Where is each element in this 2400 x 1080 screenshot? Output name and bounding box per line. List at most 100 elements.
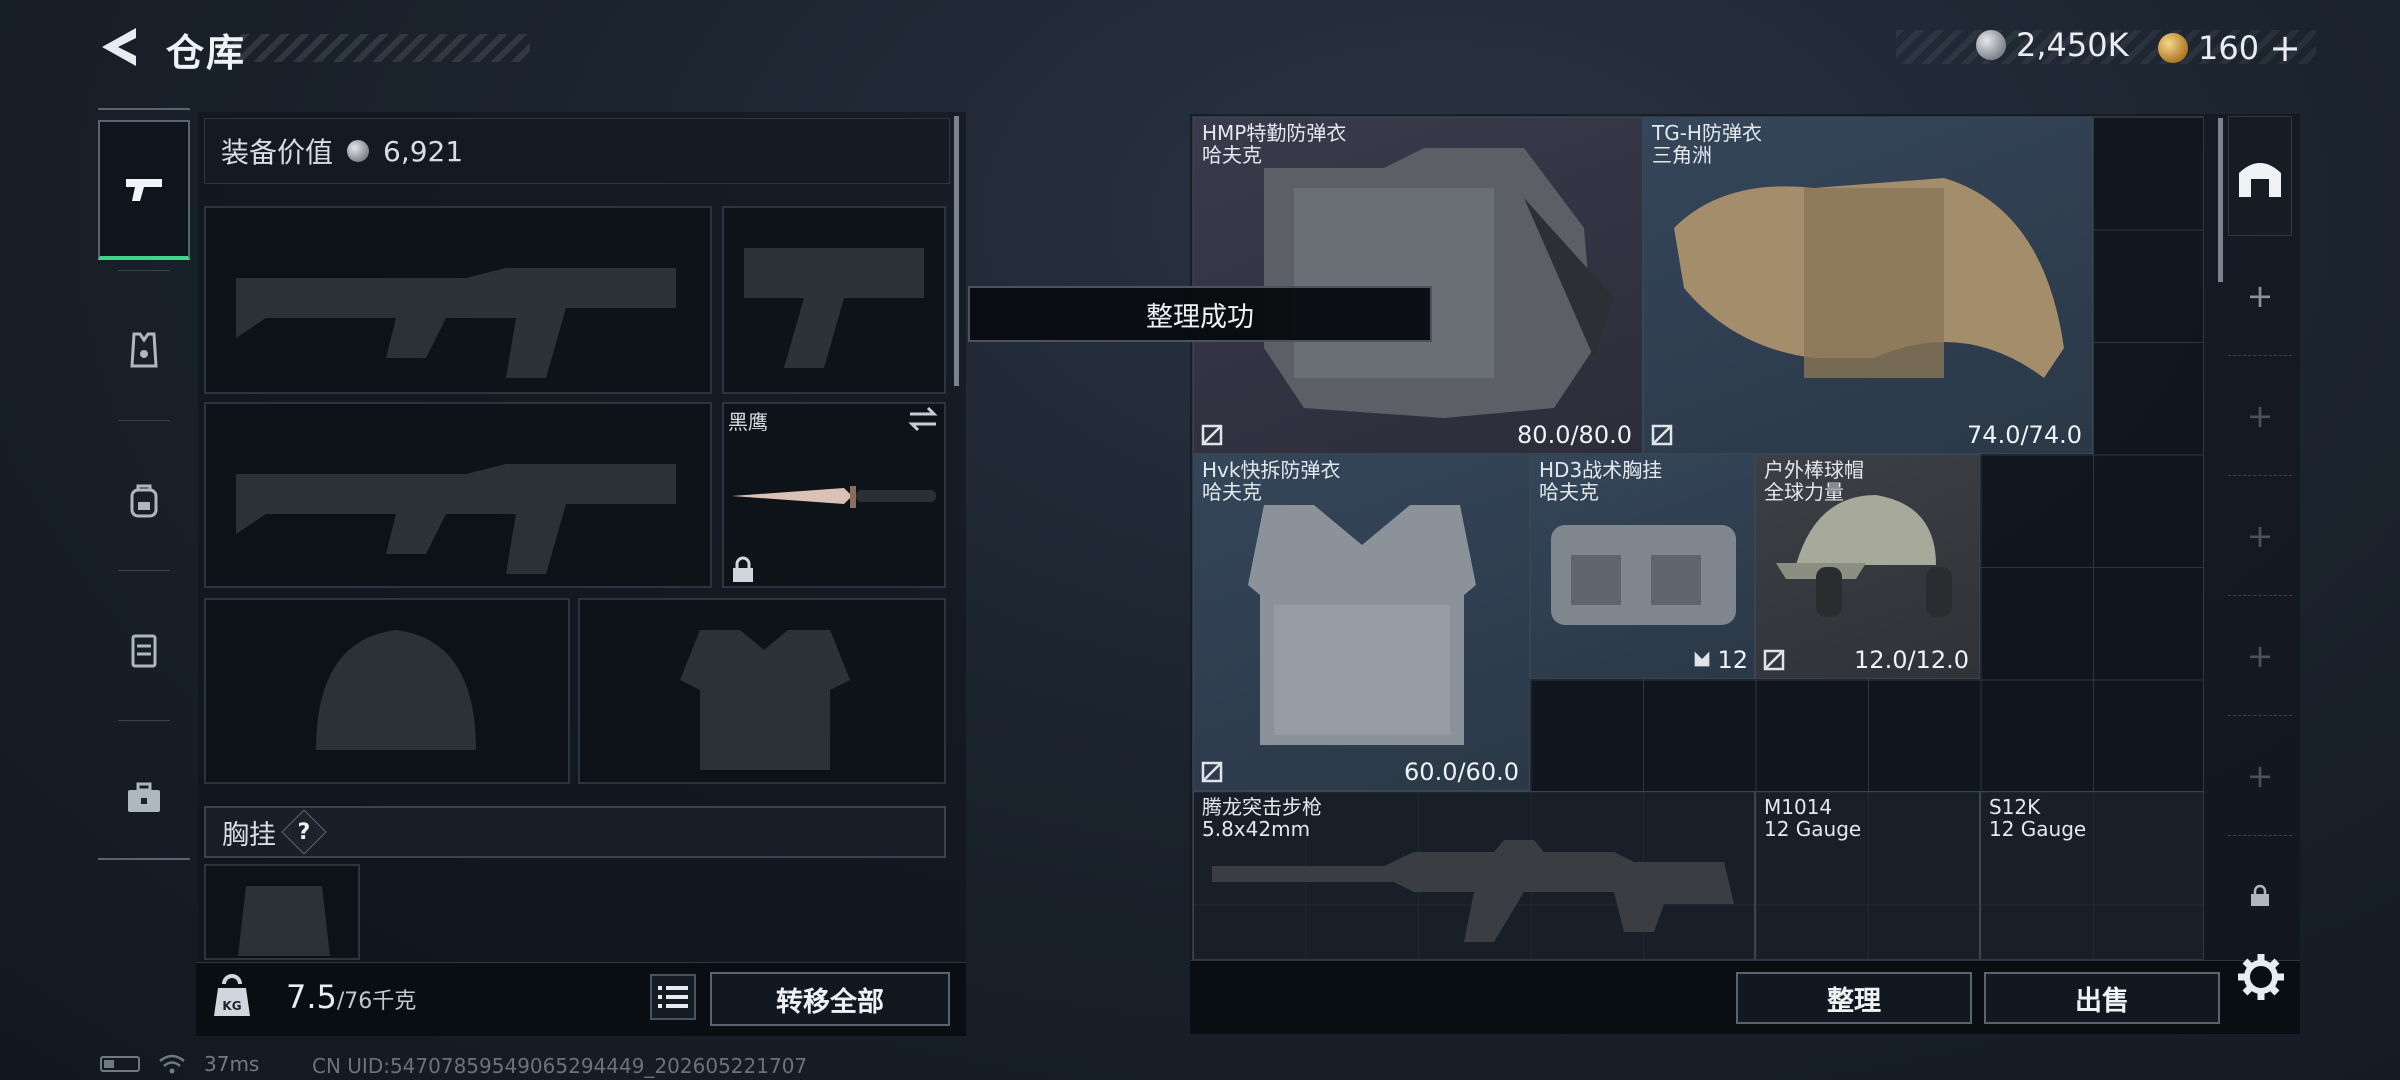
title-decoration — [222, 34, 530, 62]
chest-rig-header: 胸挂 ? — [204, 806, 946, 858]
item-hd3-rig[interactable]: HD3战术胸挂 哈夫克 12 — [1530, 454, 1755, 679]
status-bar: 37ms — [100, 1052, 259, 1076]
gold-currency[interactable]: 160 + — [2158, 26, 2301, 70]
chest-rig-label: 胸挂 — [222, 819, 276, 851]
item-name: M1014 12 Gauge — [1764, 795, 1862, 841]
add-currency-button[interactable]: + — [2269, 26, 2301, 70]
help-button[interactable]: ? — [281, 809, 327, 855]
svg-text:KG: KG — [222, 999, 241, 1013]
vest-image — [1674, 178, 2064, 378]
helmet-placeholder-icon — [316, 630, 476, 750]
warehouse-icon — [2239, 163, 2281, 197]
storage-pages: + + + + + — [2228, 116, 2292, 940]
page-title: 仓库 — [166, 31, 247, 75]
add-storage-page-button[interactable]: + — [2228, 236, 2292, 356]
ping-value: 37ms — [204, 1052, 260, 1076]
locked-storage-page[interactable]: + — [2228, 356, 2292, 476]
battery-icon — [100, 1056, 140, 1072]
locked-storage-page[interactable]: + — [2228, 716, 2292, 836]
weight-current: 7.5 — [286, 978, 337, 1016]
vest-image — [1248, 505, 1476, 745]
primary-weapon-slot[interactable] — [204, 206, 712, 394]
gear-icon — [2238, 954, 2284, 1000]
armor-slot[interactable] — [578, 598, 946, 784]
item-name: 腾龙突击步枪 5.8x42mm — [1202, 795, 1322, 841]
sort-button[interactable]: 整理 — [1736, 972, 1972, 1024]
helmet-slot[interactable] — [204, 598, 570, 784]
item-name: HD3战术胸挂 哈夫克 — [1539, 458, 1663, 504]
user-uid: CN UID:5470785954906529444​9_20260522170… — [312, 1054, 808, 1078]
tab-backpacks[interactable] — [98, 430, 190, 570]
tab-consumables[interactable] — [98, 580, 190, 720]
equipment-value-label: 装备价值 — [221, 136, 334, 169]
list-view-button[interactable] — [650, 974, 696, 1020]
weight-display: 7.5/76千克 — [286, 978, 416, 1016]
item-capacity: 12 — [1717, 646, 1748, 674]
equipment-value: 6,921 — [383, 134, 464, 168]
rifle-placeholder-icon — [236, 268, 676, 378]
capacity-icon — [1694, 651, 1710, 667]
not-repairable-icon — [1201, 424, 1223, 446]
loadout-scrollbar[interactable] — [954, 116, 959, 386]
transfer-all-button[interactable]: 转移全部 — [710, 972, 950, 1026]
sell-button[interactable]: 出售 — [1984, 972, 2220, 1024]
locked-storage-page[interactable]: + — [2228, 596, 2292, 716]
weight-max: /76千克 — [336, 989, 417, 1014]
storage-scrollbar[interactable] — [2218, 118, 2223, 282]
pistol-slot[interactable] — [722, 206, 946, 394]
locked-storage-page[interactable]: + — [2228, 476, 2292, 596]
item-tgh-vest[interactable]: TG-H防弹衣 三角洲 74.0/74.0 — [1643, 117, 2093, 454]
tab-equipment[interactable] — [98, 280, 190, 420]
item-name: TG-H防弹衣 三角洲 — [1652, 121, 1762, 167]
storage-page-main[interactable] — [2228, 116, 2292, 236]
pistol-icon — [126, 179, 162, 201]
gold-coin-icon — [2158, 33, 2188, 63]
item-name: HMP特勤防弹衣 哈夫克 — [1202, 121, 1347, 167]
tab-tools[interactable] — [98, 728, 190, 868]
silver-amount: 2,450K — [2016, 26, 2129, 64]
item-baseball-cap[interactable]: 户外棒球帽 全球力量 12.0/12.0 — [1755, 454, 1980, 679]
settings-button[interactable] — [2236, 952, 2286, 1002]
not-repairable-icon — [1651, 424, 1673, 446]
item-hvk-vest[interactable]: Hvk快拆防弹衣 哈夫克 60.0/60.0 — [1193, 454, 1530, 791]
equipment-value-row: 装备价值 6,921 — [204, 118, 950, 184]
gold-amount: 160 — [2198, 29, 2260, 67]
not-repairable-icon — [1201, 761, 1223, 783]
chest-rig-placeholder-icon — [238, 886, 330, 956]
storage-grid: HMP特勤防弹衣 哈夫克 80.0/80.0 TG-H防弹衣 三角洲 74.0/74… — [1192, 116, 2204, 960]
help-icon: ? — [297, 819, 311, 845]
item-name: 户外棒球帽 全球力量 — [1764, 458, 1864, 504]
list-icon — [658, 986, 688, 1008]
silver-currency[interactable]: 2,450K — [1976, 26, 2129, 64]
item-m1014[interactable]: M1014 12 Gauge — [1755, 791, 1980, 959]
lock-icon — [2251, 884, 2269, 906]
silver-coin-icon — [1976, 30, 2006, 60]
pistol-placeholder-icon — [744, 248, 924, 368]
item-durability: 12.0/12.0 — [1854, 646, 1969, 674]
back-arrow-icon — [102, 28, 136, 66]
item-durability: 60.0/60.0 — [1404, 758, 1519, 786]
backpack-icon — [130, 484, 158, 518]
item-s12k[interactable]: S12K 12 Gauge — [1980, 791, 2203, 959]
case-icon — [131, 634, 157, 668]
chest-rig-slot[interactable] — [204, 864, 360, 960]
lock-icon — [730, 556, 756, 584]
item-name: Hvk快拆防弹衣 哈夫克 — [1202, 458, 1341, 504]
item-tenglong-rifle[interactable]: 腾龙突击步枪 5.8x42mm — [1193, 791, 1755, 959]
melee-name: 黑鹰 — [728, 410, 768, 434]
swap-icon — [908, 406, 938, 432]
tab-weapons[interactable] — [98, 120, 190, 260]
item-durability: 74.0/74.0 — [1967, 421, 2082, 449]
weight-icon: KG — [212, 974, 252, 1020]
locked-storage-slot[interactable] — [2228, 836, 2292, 956]
wifi-icon — [159, 1054, 185, 1074]
category-tabs — [98, 108, 190, 860]
rifle-placeholder-icon — [236, 464, 676, 574]
item-durability: 80.0/80.0 — [1517, 421, 1632, 449]
secondary-weapon-slot[interactable] — [204, 402, 712, 588]
sort-success-toast: 整理成功 — [968, 286, 1432, 342]
swap-button[interactable] — [906, 404, 940, 434]
not-repairable-icon — [1763, 649, 1785, 671]
vest-icon — [130, 332, 158, 368]
back-button[interactable] — [96, 24, 142, 70]
